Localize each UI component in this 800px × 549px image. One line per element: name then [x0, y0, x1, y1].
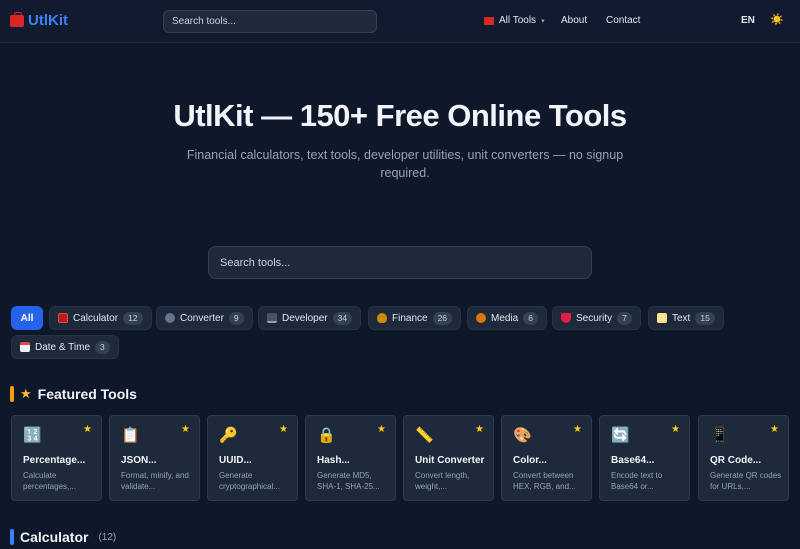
tool-name: Base64...: [611, 455, 655, 466]
tool-card-hash[interactable]: 🔒 ★ Hash... Generate MD5, SHA-1, SHA-25.…: [305, 415, 396, 501]
tool-card-color[interactable]: 🎨 ★ Color... Convert between HEX, RGB, a…: [501, 415, 592, 501]
category-chip-date-time[interactable]: Date & Time 3: [11, 335, 119, 359]
chip-label: Calculator: [73, 312, 119, 324]
category-chip-finance[interactable]: Finance 26: [368, 306, 462, 330]
numbers-icon: 🔢: [23, 427, 42, 444]
chip-label: Date & Time: [35, 341, 91, 353]
logo-text: UtlKit: [28, 12, 68, 29]
chip-label: All: [20, 312, 34, 324]
nav-about[interactable]: About: [561, 15, 587, 26]
calculator-section-heading: Calculator (12): [10, 529, 116, 545]
tool-description: Encode text to Base64 or...: [611, 471, 663, 491]
phone-icon: 📱: [710, 427, 729, 444]
sun-icon[interactable]: ☀️: [770, 13, 784, 26]
chip-label: Developer: [282, 312, 328, 324]
star-icon: ★: [475, 424, 484, 435]
calendar-icon: [20, 342, 30, 352]
shield-icon: [561, 313, 571, 323]
tool-card-percentage[interactable]: 🔢 ★ Percentage... Calculate percentages,…: [11, 415, 102, 501]
tool-description: Generate MD5, SHA-1, SHA-25...: [317, 471, 380, 491]
chip-count: 12: [123, 311, 143, 325]
chip-label: Security: [576, 312, 613, 324]
toolbox-icon: [484, 16, 494, 25]
calculator-icon: [58, 313, 68, 323]
ruler-icon: 📏: [415, 427, 434, 444]
main-search-input[interactable]: [208, 246, 592, 279]
tool-name: JSON...: [121, 455, 157, 466]
page-subtitle: Financial calculators, text tools, devel…: [186, 148, 624, 180]
star-icon: ★: [20, 386, 32, 401]
nav-all-tools-label: All Tools: [499, 15, 537, 26]
tool-description: Calculate percentages,...: [23, 471, 76, 491]
category-chip-text[interactable]: Text 15: [648, 306, 724, 330]
toolbox-icon: [10, 11, 24, 27]
converter-icon: [165, 313, 175, 323]
language-toggle[interactable]: EN: [741, 15, 755, 26]
section-count: (12): [98, 531, 117, 543]
clipboard-icon: 📋: [121, 427, 140, 444]
tool-card-unit-converter[interactable]: 📏 ★ Unit Converter Convert length, weigh…: [403, 415, 494, 501]
tool-name: Color...: [513, 455, 547, 466]
star-icon: ★: [181, 424, 190, 435]
chip-count: 34: [332, 311, 353, 325]
chip-label: Media: [491, 312, 519, 324]
palette-icon: 🎨: [513, 427, 532, 444]
chip-label: Converter: [180, 312, 224, 324]
section-title: Calculator: [20, 529, 89, 545]
laptop-icon: [267, 313, 277, 323]
tool-description: Generate QR codes for URLs,...: [710, 471, 782, 491]
top-navbar: UtlKit All Tools ▾ About Contact EN ☀️: [0, 0, 800, 43]
chip-count: 9: [228, 311, 244, 325]
chip-count: 7: [617, 311, 632, 325]
lock-icon: 🔒: [317, 427, 336, 444]
chip-label: Finance: [392, 312, 428, 324]
star-icon: ★: [83, 424, 92, 435]
star-icon: ★: [279, 424, 288, 435]
chip-count: 26: [432, 311, 453, 325]
section-title: Featured Tools: [37, 386, 137, 402]
tool-name: UUID...: [219, 455, 252, 466]
tool-name: Hash...: [317, 455, 350, 466]
page-title: UtlKit — 150+ Free Online Tools: [173, 98, 627, 133]
refresh-icon: 🔄: [611, 427, 630, 444]
chip-label: Text: [672, 312, 691, 324]
tool-description: Convert length, weight,...: [415, 471, 470, 491]
header-search-input[interactable]: [163, 10, 377, 33]
chip-count: 15: [695, 311, 715, 325]
star-icon: ★: [573, 424, 582, 435]
section-accent-bar: [10, 386, 14, 402]
star-icon: ★: [770, 424, 779, 435]
key-icon: 🔑: [219, 427, 238, 444]
palette-icon: [476, 313, 486, 323]
category-chip-all[interactable]: All: [11, 306, 43, 330]
tool-name: QR Code...: [710, 455, 762, 466]
tool-card-base64[interactable]: 🔄 ★ Base64... Encode text to Base64 or..…: [599, 415, 690, 501]
tool-description: Format, minify, and validate...: [121, 471, 189, 491]
category-chip-calculator[interactable]: Calculator 12: [49, 306, 152, 330]
memo-icon: [657, 313, 667, 323]
nav-all-tools[interactable]: All Tools ▾: [484, 15, 545, 26]
category-chip-developer[interactable]: Developer 34: [258, 306, 362, 330]
category-chip-converter[interactable]: Converter 9: [156, 306, 253, 330]
nav-contact[interactable]: Contact: [606, 15, 640, 26]
category-chip-security[interactable]: Security 7: [552, 306, 641, 330]
star-icon: ★: [377, 424, 386, 435]
tool-name: Percentage...: [23, 455, 86, 466]
logo[interactable]: UtlKit: [10, 11, 68, 29]
tool-description: Generate cryptographical...: [219, 471, 280, 491]
tool-card-json[interactable]: 📋 ★ JSON... Format, minify, and validate…: [109, 415, 200, 501]
tool-description: Convert between HEX, RGB, and...: [513, 471, 576, 491]
category-chip-media[interactable]: Media 6: [467, 306, 547, 330]
money-bag-icon: [377, 313, 387, 323]
tool-card-qr-code[interactable]: 📱 ★ QR Code... Generate QR codes for URL…: [698, 415, 789, 501]
chevron-down-icon: ▾: [541, 17, 545, 25]
section-accent-bar: [10, 529, 14, 545]
tool-card-uuid[interactable]: 🔑 ★ UUID... Generate cryptographical...: [207, 415, 298, 501]
chip-count: 3: [95, 340, 110, 354]
chip-count: 6: [523, 311, 538, 325]
featured-section-heading: ★ Featured Tools: [10, 386, 137, 402]
star-icon: ★: [671, 424, 680, 435]
tool-name: Unit Converter: [415, 455, 485, 466]
